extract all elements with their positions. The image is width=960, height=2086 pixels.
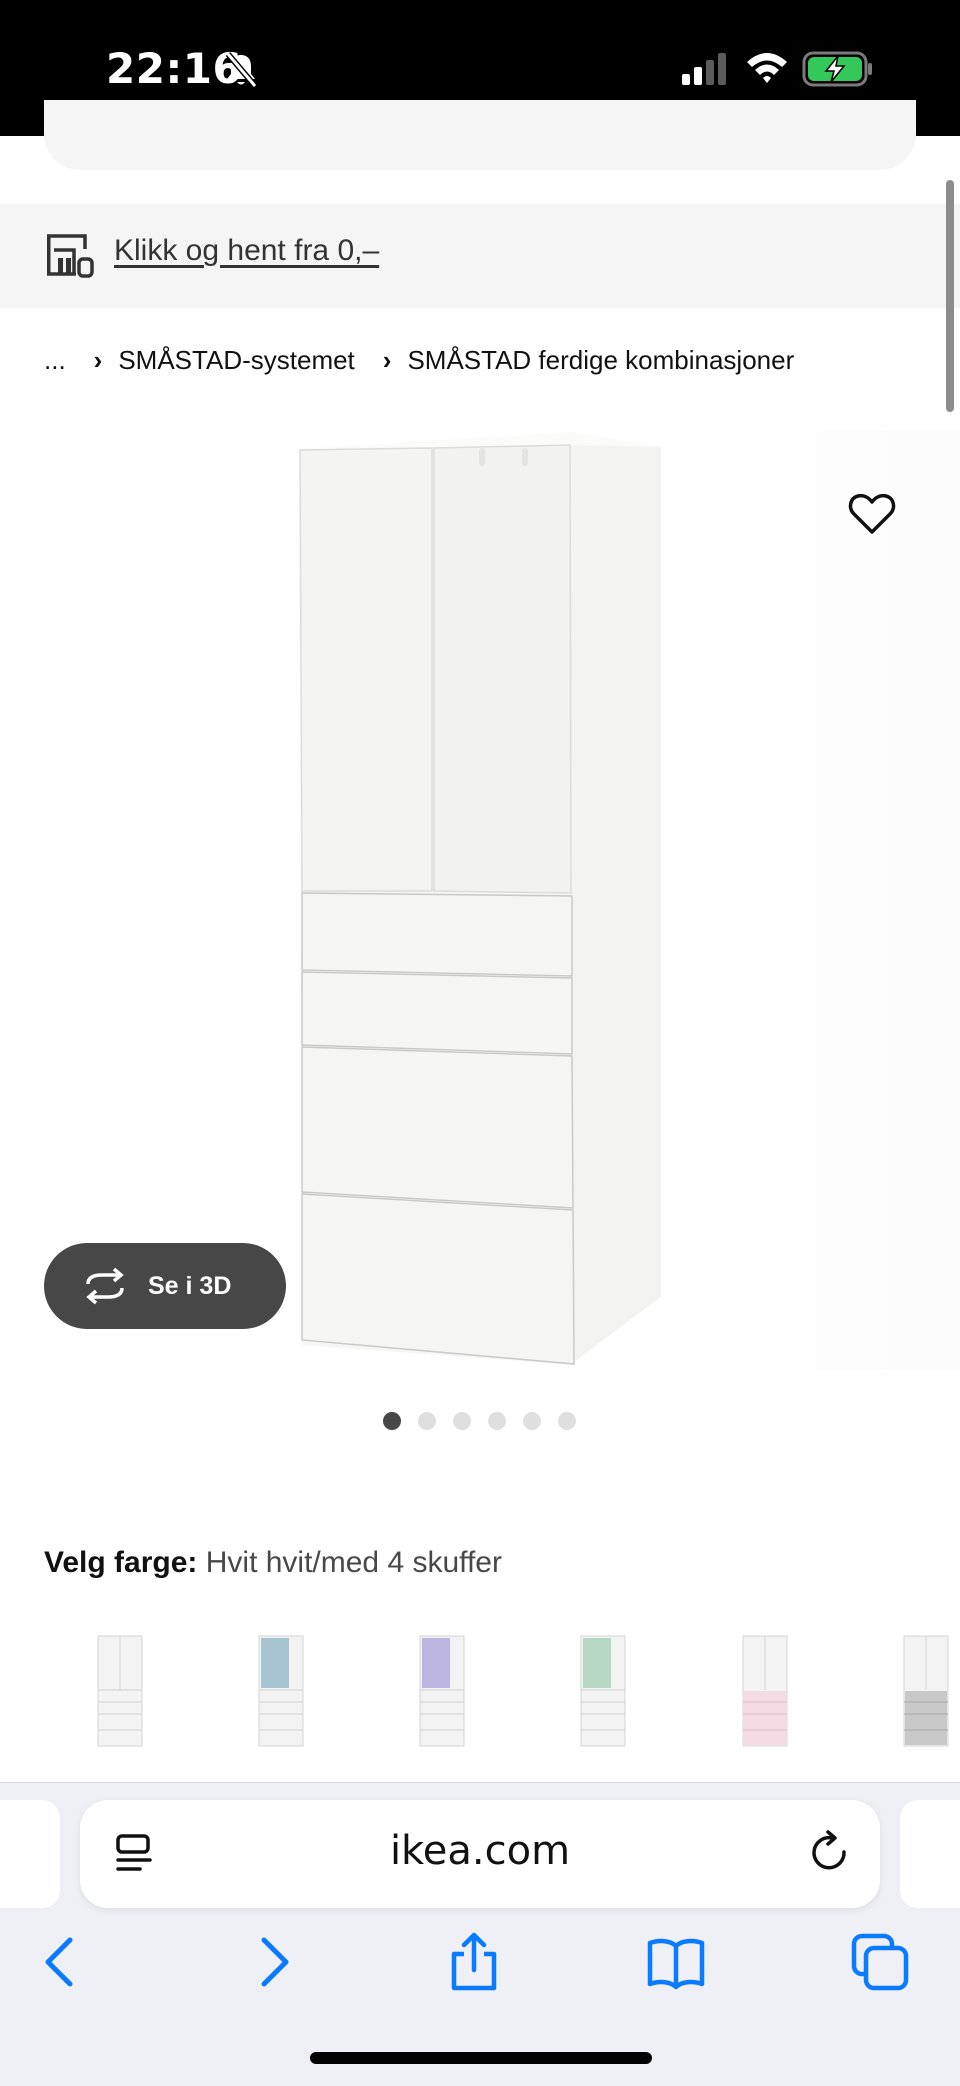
color-select-label: Velg farge: bbox=[44, 1546, 198, 1579]
heart-icon[interactable] bbox=[846, 488, 898, 540]
tabs-icon[interactable] bbox=[850, 1932, 910, 1992]
product-image-wardrobe[interactable] bbox=[280, 430, 680, 1370]
home-indicator bbox=[310, 2052, 652, 2064]
bell-slash-icon bbox=[225, 52, 258, 88]
url-text[interactable]: ikea.com bbox=[80, 1828, 880, 1874]
gallery-dot[interactable] bbox=[383, 1412, 401, 1430]
search-bar[interactable] bbox=[44, 100, 916, 170]
color-swatch-pink[interactable] bbox=[735, 1634, 795, 1748]
rotate-3d-icon bbox=[86, 1267, 124, 1305]
click-collect-link[interactable]: Klikk og hent fra 0,– bbox=[114, 234, 379, 268]
back-icon[interactable] bbox=[32, 1932, 92, 1992]
color-swatch-row bbox=[0, 1620, 960, 1750]
breadcrumb-item-smastad-combinations[interactable]: SMÅSTAD ferdige kombinasjoner bbox=[407, 345, 794, 376]
color-swatch-lilac[interactable] bbox=[412, 1634, 472, 1748]
wifi-icon bbox=[747, 53, 787, 83]
gallery-dot[interactable] bbox=[558, 1412, 576, 1430]
color-swatch-blue[interactable] bbox=[251, 1634, 311, 1748]
battery-charging-icon bbox=[802, 51, 872, 87]
breadcrumb-item-smastad-system[interactable]: SMÅSTAD-systemet bbox=[118, 345, 354, 376]
chevron-right-icon: › bbox=[382, 344, 392, 375]
bookmarks-icon[interactable] bbox=[646, 1932, 706, 1992]
scrollbar[interactable] bbox=[946, 180, 954, 412]
previous-tab-preview[interactable] bbox=[0, 1800, 60, 1908]
cellular-signal-icon bbox=[682, 53, 726, 85]
gallery-pagination bbox=[383, 1412, 576, 1430]
chevron-right-icon: › bbox=[93, 344, 103, 375]
color-swatch-grey[interactable] bbox=[896, 1634, 956, 1748]
breadcrumb-item-ellipsis[interactable]: ... bbox=[44, 345, 66, 376]
breadcrumb: ... › SMÅSTAD-systemet › SMÅSTAD ferdige… bbox=[44, 338, 794, 382]
gallery-dot[interactable] bbox=[453, 1412, 471, 1430]
view-in-3d-label: Se i 3D bbox=[148, 1271, 232, 1300]
next-tab-preview[interactable] bbox=[900, 1800, 960, 1908]
gallery-background bbox=[640, 430, 960, 1370]
color-swatch-white[interactable] bbox=[90, 1634, 150, 1748]
gallery-dot[interactable] bbox=[488, 1412, 506, 1430]
reload-icon[interactable] bbox=[808, 1830, 852, 1876]
gallery-dot[interactable] bbox=[418, 1412, 436, 1430]
status-time: 22:16 bbox=[106, 44, 243, 93]
color-swatch-mint[interactable] bbox=[573, 1634, 633, 1748]
color-select-heading: Velg farge: Hvit hvit/med 4 skuffer bbox=[44, 1546, 502, 1580]
view-in-3d-button[interactable]: Se i 3D bbox=[44, 1243, 286, 1329]
color-select-value: Hvit hvit/med 4 skuffer bbox=[205, 1546, 502, 1579]
gallery-dot[interactable] bbox=[523, 1412, 541, 1430]
share-icon[interactable] bbox=[444, 1932, 504, 1992]
store-icon bbox=[47, 234, 94, 278]
forward-icon[interactable] bbox=[242, 1932, 302, 1992]
